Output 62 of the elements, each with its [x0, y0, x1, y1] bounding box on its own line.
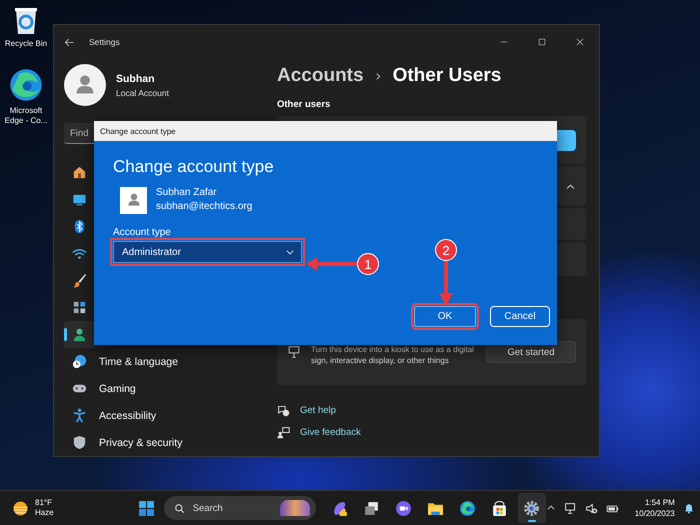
- nav-item[interactable]: Gaming: [64, 375, 264, 402]
- desktop-icon-label[interactable]: Recycle Bin: [0, 39, 52, 49]
- nav-item[interactable]: [64, 321, 96, 348]
- close-icon[interactable]: [575, 37, 585, 47]
- breadcrumb-item: Other Users: [392, 65, 502, 87]
- ok-button[interactable]: OK: [414, 306, 476, 327]
- maximize-icon[interactable]: [537, 37, 547, 47]
- brush-icon[interactable]: [72, 273, 87, 288]
- window-title: Settings: [89, 37, 120, 47]
- help-link[interactable]: Get help: [300, 405, 336, 416]
- feedback-icon: [277, 426, 290, 439]
- person-icon: [72, 327, 87, 342]
- step-badge: 2: [435, 239, 457, 261]
- kiosk-icon: [287, 345, 301, 359]
- user-email: subhan@itechtics.org: [156, 200, 252, 214]
- store-icon[interactable]: [491, 500, 508, 516]
- copilot-icon[interactable]: [331, 500, 348, 516]
- user-name: Subhan: [116, 72, 156, 84]
- back-icon[interactable]: [64, 36, 75, 48]
- help-link[interactable]: Give feedback: [300, 427, 361, 438]
- shield-icon: [72, 435, 87, 450]
- search-highlight-drawing: [280, 500, 310, 516]
- kiosk-description: Turn this device into a kiosk to use as a digital sign, interactive display, or other things: [311, 344, 475, 366]
- nav-item[interactable]: Privacy & security: [64, 429, 264, 456]
- taskbar-search[interactable]: Search: [164, 496, 316, 520]
- weather-sun-icon[interactable]: [12, 500, 29, 516]
- task-view-icon[interactable]: [363, 500, 380, 516]
- start-icon[interactable]: [138, 500, 156, 516]
- home-icon[interactable]: [72, 165, 87, 180]
- help-icon: [277, 404, 290, 417]
- breadcrumb-item[interactable]: Accounts: [277, 65, 364, 87]
- dialog-heading: Change account type: [113, 157, 275, 177]
- wifi-icon[interactable]: [72, 246, 87, 261]
- nav-item[interactable]: Time & language: [64, 348, 264, 375]
- dialog-title-bar: Change account type: [94, 121, 557, 141]
- field-label: Account type: [113, 227, 172, 238]
- monitor-icon[interactable]: [72, 192, 87, 207]
- bell-icon[interactable]: [682, 502, 695, 514]
- search-icon: [174, 502, 185, 514]
- annotation-arrow: [439, 261, 453, 306]
- speaker-muted-icon[interactable]: [584, 502, 598, 514]
- clock[interactable]: 1:54 PM 10/20/2023: [634, 497, 675, 519]
- desktop-icon-label[interactable]: Microsoft Edge - Co...: [0, 106, 52, 126]
- step-badge: 1: [357, 253, 379, 275]
- weather-condition[interactable]: Haze: [35, 508, 54, 518]
- cancel-button[interactable]: Cancel: [490, 306, 550, 327]
- network-icon[interactable]: [564, 502, 577, 514]
- user-name: Subhan Zafar: [156, 186, 218, 200]
- account-type-text: Local Account: [116, 88, 169, 98]
- browser-icon[interactable]: [8, 67, 44, 103]
- video-chat-icon[interactable]: [395, 500, 412, 516]
- bluetooth-icon[interactable]: [72, 219, 87, 234]
- section-heading: Other users: [277, 99, 332, 110]
- apps-icon[interactable]: [72, 300, 87, 315]
- nav-item[interactable]: Accessibility: [64, 402, 264, 429]
- globe-clock-icon: [72, 354, 87, 369]
- gear-icon[interactable]: [523, 500, 540, 516]
- account-type-dropdown[interactable]: Administrator: [113, 241, 302, 263]
- chevron-right-icon: [374, 72, 383, 80]
- browser-icon[interactable]: [459, 500, 476, 516]
- accessibility-icon: [72, 408, 87, 423]
- weather-temperature[interactable]: 81°F: [35, 498, 54, 508]
